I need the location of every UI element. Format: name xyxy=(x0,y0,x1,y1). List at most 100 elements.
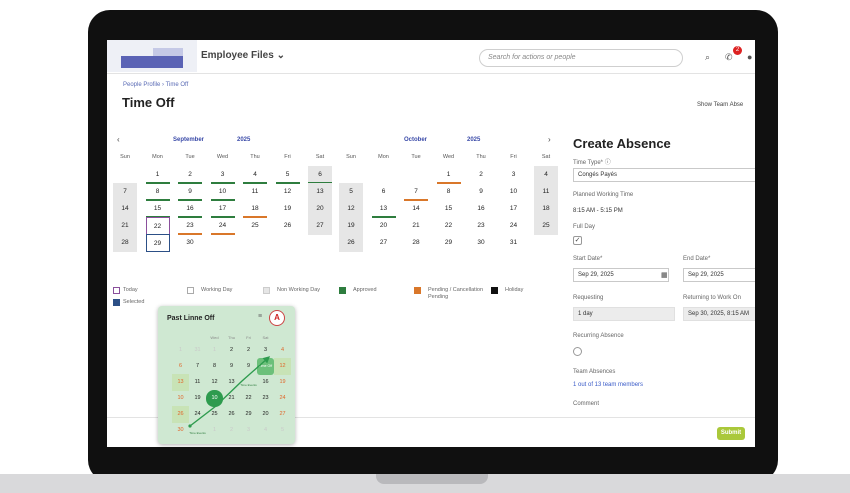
calendar-day[interactable]: 13 xyxy=(371,200,396,218)
popup-day[interactable]: 24 xyxy=(189,406,206,423)
popup-day[interactable]: 6 xyxy=(172,358,189,375)
calendar-day[interactable]: 12 xyxy=(276,183,300,201)
breadcrumb[interactable]: People Profile › Time Off xyxy=(123,82,188,88)
calendar-day[interactable]: 20 xyxy=(308,200,332,218)
calendar-day[interactable]: 22 xyxy=(145,217,170,235)
popup-day[interactable]: 31 xyxy=(189,342,206,359)
calendar-day[interactable]: 17 xyxy=(210,200,235,218)
calendar-day[interactable]: 6 xyxy=(308,166,332,184)
popup-day[interactable]: 25 xyxy=(206,406,223,423)
full-day-checkbox[interactable]: ✓ xyxy=(573,236,582,245)
calendar-day[interactable]: 29 xyxy=(437,234,461,252)
calendar-day[interactable]: 11 xyxy=(243,183,267,201)
popup-day[interactable]: 27 xyxy=(274,406,291,423)
calendar-day[interactable]: 26 xyxy=(276,217,300,235)
end-date-input[interactable]: Sep 29, 2025 xyxy=(683,268,755,282)
popup-day[interactable]: Time Events xyxy=(189,422,206,439)
calendar-day[interactable]: 8 xyxy=(437,183,461,201)
calendar-day[interactable]: 4 xyxy=(534,166,558,184)
popup-day[interactable]: 5 xyxy=(274,422,291,439)
calendar-day[interactable]: 27 xyxy=(372,234,396,252)
avatar[interactable]: A xyxy=(269,310,285,326)
popup-day[interactable]: 3 xyxy=(257,342,274,359)
calendar-day[interactable]: 10 xyxy=(502,183,526,201)
next-month-icon[interactable]: › xyxy=(548,135,551,144)
calendar-day[interactable]: 28 xyxy=(113,234,137,252)
calendar-day[interactable]: 24 xyxy=(210,217,235,235)
app-switcher[interactable]: Employee Files ⌄ xyxy=(201,50,285,61)
popup-day[interactable]: 19 xyxy=(189,390,206,407)
popup-day[interactable]: 11 xyxy=(189,374,206,391)
calendar-day[interactable]: 27 xyxy=(308,217,332,235)
time-type-select[interactable]: Congés Payés xyxy=(573,168,755,182)
popup-day[interactable]: 12 xyxy=(274,358,291,375)
popup-day[interactable]: 4 xyxy=(257,422,274,439)
calendar-day[interactable]: 7 xyxy=(404,183,428,201)
calendar-day[interactable]: 14 xyxy=(113,200,137,218)
calendar-day[interactable]: 9 xyxy=(469,183,493,201)
calendar-day[interactable]: 21 xyxy=(113,217,137,235)
popup-day[interactable]: 1 xyxy=(206,422,223,439)
calendar-day[interactable]: 5 xyxy=(339,183,363,201)
calendar-day[interactable]: 2 xyxy=(178,166,202,184)
popup-day[interactable]: 2 xyxy=(223,342,240,359)
calendar-day[interactable]: 13 xyxy=(308,183,332,201)
calendar-day[interactable]: 7 xyxy=(113,183,137,201)
popup-day[interactable]: 13 xyxy=(172,374,189,391)
popup-day[interactable]: 2 xyxy=(223,422,240,439)
popup-day[interactable]: 23 xyxy=(257,390,274,407)
info-icon[interactable]: ⓘ xyxy=(605,160,611,166)
bell-icon[interactable]: ✆ xyxy=(725,52,733,63)
popup-day[interactable]: Time Events xyxy=(240,374,257,391)
calendar-day[interactable]: 14 xyxy=(404,200,428,218)
popup-day[interactable]: 24 xyxy=(274,390,291,407)
popup-day[interactable]: 26 xyxy=(223,406,240,423)
popup-day[interactable]: 9 xyxy=(240,358,257,375)
calendar-day[interactable]: 31 xyxy=(502,234,526,252)
popup-day[interactable]: 10 xyxy=(206,390,223,407)
company-logo[interactable] xyxy=(107,40,197,72)
prev-month-icon[interactable]: ‹ xyxy=(117,135,120,144)
calendar-day[interactable]: 5 xyxy=(275,166,300,184)
calendar-day[interactable]: 18 xyxy=(534,200,558,218)
calendar-day[interactable]: 18 xyxy=(243,200,267,218)
calendar-day[interactable]: 17 xyxy=(502,200,526,218)
calendar-day[interactable]: 15 xyxy=(437,200,461,218)
calendar-day[interactable]: 20 xyxy=(372,217,396,235)
calendar-day[interactable]: 16 xyxy=(178,200,202,218)
profile-icon[interactable]: ● xyxy=(747,52,752,62)
show-team-absences-link[interactable]: Show Team Abse xyxy=(697,102,743,108)
calendar-day[interactable]: 26 xyxy=(339,234,363,252)
calendar-day[interactable]: 19 xyxy=(276,200,300,218)
calendar-day[interactable]: 29 xyxy=(145,234,170,252)
calendar-day[interactable]: 8 xyxy=(145,183,170,201)
popup-day[interactable]: 20 xyxy=(257,406,274,423)
popup-day[interactable]: 1 xyxy=(172,342,189,359)
calendar-day[interactable]: 21 xyxy=(404,217,428,235)
popup-day[interactable]: 21 xyxy=(223,390,240,407)
calendar-icon[interactable]: ▦ xyxy=(661,271,668,279)
calendar-day[interactable]: 3 xyxy=(210,166,235,184)
calendar-day[interactable]: 25 xyxy=(534,217,558,235)
calendar-day[interactable]: 23 xyxy=(178,217,202,235)
calendar-day[interactable]: 10 xyxy=(210,183,235,201)
calendar-day[interactable]: 25 xyxy=(243,217,267,235)
calendar-day[interactable]: 1 xyxy=(436,166,461,184)
calendar-day[interactable]: 24 xyxy=(502,217,526,235)
calendar-day[interactable]: 23 xyxy=(469,217,493,235)
popup-day[interactable]: 1 xyxy=(206,342,223,359)
popup-day[interactable]: 7 xyxy=(189,358,206,375)
popup-day[interactable]: Time Off xyxy=(257,358,274,375)
calendar-day[interactable]: 16 xyxy=(469,200,493,218)
calendar-day[interactable]: 6 xyxy=(372,183,396,201)
popup-day[interactable]: 4 xyxy=(274,342,291,359)
popup-day[interactable]: 10 xyxy=(172,390,189,407)
calendar-day[interactable]: 1 xyxy=(145,166,170,184)
menu-icon[interactable]: ≡ xyxy=(258,313,262,320)
popup-day[interactable]: 3 xyxy=(240,422,257,439)
popup-day[interactable]: 29 xyxy=(240,406,257,423)
calendar-day[interactable]: 22 xyxy=(437,217,461,235)
popup-day[interactable]: 26 xyxy=(172,406,189,423)
popup-day[interactable]: 2 xyxy=(240,342,257,359)
popup-day[interactable]: 16 xyxy=(257,374,274,391)
